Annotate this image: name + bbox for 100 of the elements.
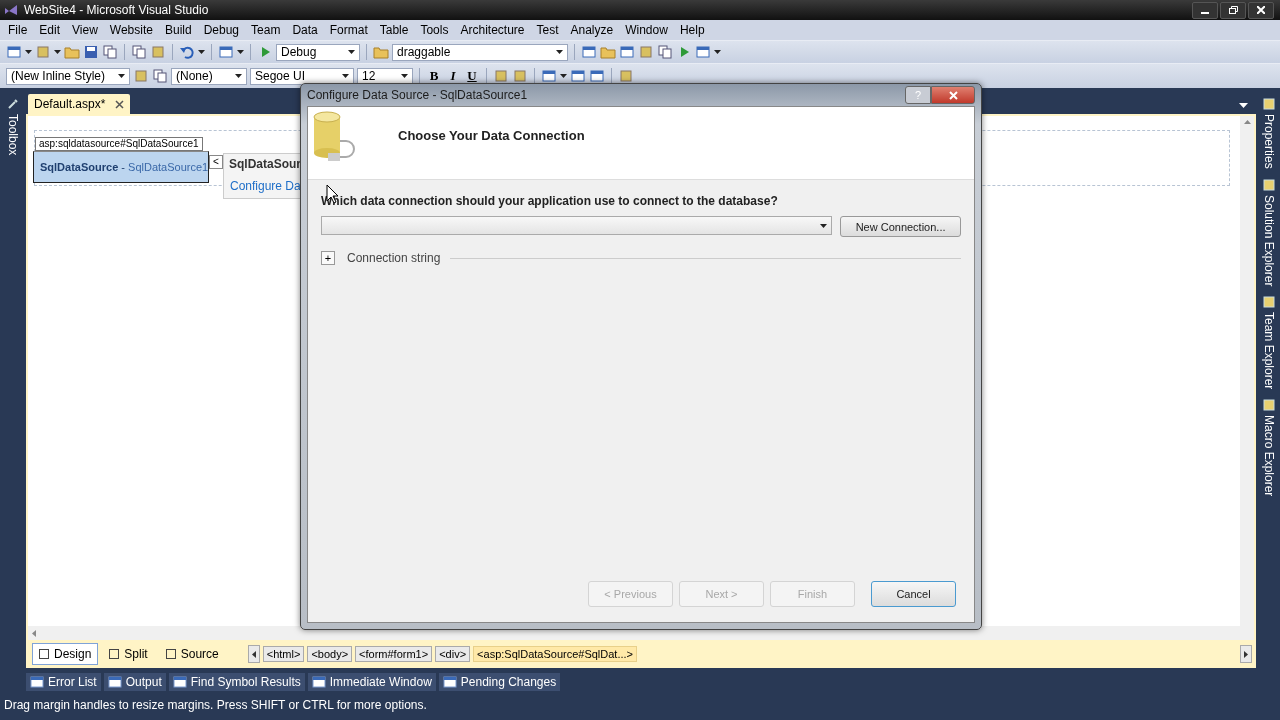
tag-breadcrumb[interactable]: <body>	[307, 646, 353, 662]
copy-icon[interactable]	[131, 44, 147, 60]
copy-icon[interactable]	[152, 68, 168, 84]
left-arrow-icon	[251, 650, 256, 658]
toolbar-icon[interactable]	[512, 68, 528, 84]
tag-breadcrumb[interactable]: <html>	[262, 646, 305, 662]
panel-icon	[1263, 399, 1275, 412]
menu-item[interactable]: Website	[103, 23, 159, 37]
close-button[interactable]	[1248, 1, 1274, 19]
panel-icon	[1263, 178, 1275, 191]
close-icon[interactable]	[115, 99, 125, 109]
smart-tag-button[interactable]: <	[209, 155, 223, 169]
dialog-title: Configure Data Source - SqlDataSource1	[307, 88, 528, 102]
view-tab[interactable]: Source	[158, 643, 226, 665]
bold-button[interactable]: B	[426, 68, 442, 84]
wizard-button[interactable]: Cancel	[871, 581, 956, 607]
menu-item[interactable]: Team	[245, 23, 287, 37]
view-icon	[109, 649, 120, 659]
window-icon[interactable]	[589, 68, 605, 84]
menu-item[interactable]: Data	[286, 23, 324, 37]
tool-window-tab[interactable]: Pending Changes	[438, 673, 561, 691]
menu-item[interactable]: Table	[373, 23, 415, 37]
panel-tab[interactable]: Solution Explorer	[1262, 176, 1276, 289]
copy-icon[interactable]	[102, 44, 118, 60]
undo-icon[interactable]	[179, 44, 195, 60]
restore-icon	[1228, 6, 1238, 14]
dialog-heading: Choose Your Data Connection	[398, 128, 585, 143]
save-icon[interactable]	[83, 44, 99, 60]
view-tab[interactable]: Design	[32, 643, 99, 665]
caret-icon	[348, 50, 355, 54]
panel-icon	[1263, 296, 1275, 309]
restore-button[interactable]	[1220, 1, 1246, 19]
find-dropdown[interactable]: draggable	[392, 43, 568, 61]
menu-item[interactable]: Edit	[33, 23, 67, 37]
expand-button[interactable]: +	[321, 251, 335, 265]
new-connection-button[interactable]: New Connection...	[840, 216, 961, 237]
configure-link[interactable]: Configure Da	[230, 179, 301, 193]
caret-icon	[237, 50, 244, 54]
menu-item[interactable]: Window	[619, 23, 674, 37]
menu-item[interactable]: File	[2, 23, 34, 37]
window-icon[interactable]	[6, 44, 22, 60]
configuration-dropdown[interactable]: Debug	[276, 43, 360, 61]
font-dropdown[interactable]: Segoe UI	[250, 67, 354, 85]
menu-item[interactable]: Tools	[414, 23, 455, 37]
caret-icon	[556, 50, 563, 54]
app-logo-icon	[4, 4, 18, 16]
tag-label: asp:sqldatasource#SqlDataSource1	[35, 137, 203, 151]
control-label: SqlDataSource - SqlDataSource1	[40, 161, 209, 173]
block-format-dropdown[interactable]: (None)	[171, 67, 247, 85]
window-title: WebSite4 - Microsoft Visual Studio	[24, 3, 209, 17]
tag-breadcrumb[interactable]: <form#form1>	[355, 646, 433, 662]
view-icon	[165, 649, 176, 659]
smart-tag-title: SqlDataSour	[229, 157, 301, 171]
minimize-button[interactable]	[1192, 1, 1218, 19]
dropdown-icon[interactable]	[1239, 103, 1248, 108]
scroll-left-icon[interactable]	[32, 629, 36, 637]
toolbar-icon[interactable]	[618, 68, 634, 84]
window-icon[interactable]	[619, 44, 635, 60]
toolbar-icon[interactable]	[493, 68, 509, 84]
document-tab[interactable]: Default.aspx*	[28, 94, 131, 114]
caret-icon	[198, 50, 205, 54]
tool-window-tab[interactable]: Find Symbol Results	[168, 673, 305, 691]
menu-item[interactable]: View	[66, 23, 104, 37]
panel-tab[interactable]: Team Explorer	[1262, 294, 1276, 392]
menu-item[interactable]: Analyze	[564, 23, 620, 37]
menu-item[interactable]: Build	[158, 23, 198, 37]
view-icon	[39, 649, 49, 659]
caret-icon	[714, 50, 721, 54]
tag-breadcrumb[interactable]: <div>	[435, 646, 471, 662]
italic-button[interactable]: I	[445, 68, 461, 84]
view-tab[interactable]: Split	[102, 643, 155, 665]
scroll-up-icon[interactable]	[1243, 120, 1251, 124]
copy-icon[interactable]	[657, 44, 673, 60]
toolbox-tab[interactable]: Toolbox	[5, 96, 20, 158]
scroll-right-button[interactable]	[1240, 645, 1252, 663]
menu-item[interactable]: Format	[323, 23, 374, 37]
underline-button[interactable]: U	[464, 68, 480, 84]
window-icon[interactable]	[218, 44, 234, 60]
panel-tab[interactable]: Macro Explorer	[1262, 397, 1276, 499]
tool-window-tab[interactable]: Immediate Window	[307, 673, 436, 691]
scroll-left-button[interactable]	[247, 645, 260, 663]
window-icon[interactable]	[581, 44, 597, 60]
window-icon[interactable]	[570, 68, 586, 84]
menu-item[interactable]: Help	[673, 23, 711, 37]
caret-icon	[342, 74, 349, 78]
menu-item[interactable]: Debug	[197, 23, 246, 37]
window-icon[interactable]	[695, 44, 711, 60]
style-dropdown[interactable]: (New Inline Style)	[6, 67, 130, 85]
tool-window-tab[interactable]: Output	[103, 673, 166, 691]
tool-window-tab[interactable]: Error List	[26, 673, 101, 691]
window-icon[interactable]	[541, 68, 557, 84]
close-button[interactable]	[931, 86, 975, 104]
window-icon	[107, 675, 122, 689]
tag-breadcrumb[interactable]: <asp:SqlDataSource#SqlDat...>	[473, 646, 638, 662]
sqldatasource-control[interactable]: SqlDataSource - SqlDataSource1	[33, 151, 209, 183]
panel-tab[interactable]: Properties	[1262, 96, 1276, 171]
menu-item[interactable]: Architecture	[454, 23, 531, 37]
caret-icon	[25, 50, 32, 54]
menu-item[interactable]: Test	[530, 23, 565, 37]
caret-icon	[560, 74, 567, 78]
